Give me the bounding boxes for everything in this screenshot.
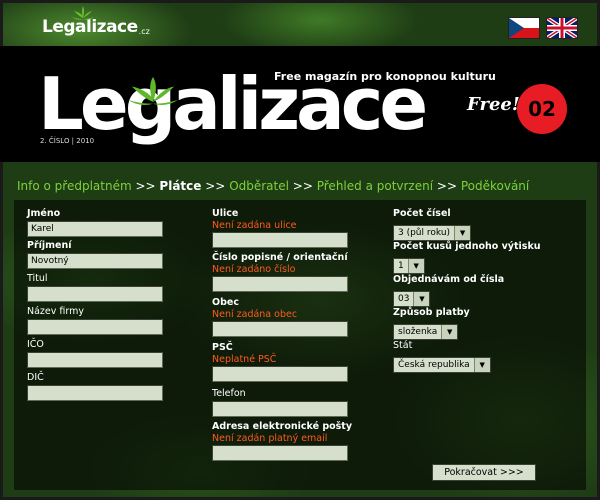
house-number-input[interactable] (212, 276, 348, 292)
payment-label: Způsob platby (393, 307, 470, 318)
language-switcher (508, 17, 578, 39)
phone-label: Telefon (212, 388, 246, 399)
last-name-group: Příjmení (27, 240, 163, 269)
payment-group: Způsob platby složenka ▼ (393, 307, 470, 340)
dic-label: DIČ (27, 372, 44, 383)
email-group: Adresa elektronické pošty Není zadán pla… (212, 421, 352, 461)
dic-group: DIČ (27, 372, 163, 401)
title-group: Titul (27, 273, 163, 302)
breadcrumb-thanks[interactable]: Poděkování (461, 179, 529, 193)
city-group: Obec Není zadána obec (212, 297, 348, 337)
first-name-input[interactable] (27, 221, 163, 237)
chevron-down-icon[interactable]: ▼ (407, 259, 424, 273)
cannabis-leaf-icon (72, 6, 94, 26)
breadcrumb-review[interactable]: Přehled a potvrzení (317, 179, 433, 193)
zip-label: PSČ (212, 342, 233, 353)
zip-input[interactable] (212, 366, 348, 382)
payment-value: složenka (398, 327, 438, 337)
company-label: Název firmy (27, 306, 84, 317)
country-group: Stát Česká republika ▼ (393, 340, 491, 373)
house-number-group: Číslo popisné / orientační Není zadáno č… (212, 252, 348, 292)
issue-count-value: 3 (půl roku) (398, 228, 451, 238)
breadcrumb-separator: >> (292, 179, 313, 193)
copies-value: 1 (398, 261, 404, 271)
magazine-header: Free magazín pro konopnou kulturu Legali… (0, 46, 600, 162)
breadcrumb-recipient[interactable]: Odběratel (229, 179, 289, 193)
chevron-down-icon[interactable]: ▼ (454, 226, 471, 240)
issue-count-select[interactable]: 3 (půl roku) ▼ (393, 225, 472, 241)
street-error: Není zadána ulice (212, 220, 297, 231)
chevron-down-icon[interactable]: ▼ (473, 358, 490, 372)
street-input[interactable] (212, 232, 348, 248)
issue-number-badge: 02 (517, 84, 567, 134)
breadcrumb-info[interactable]: Info o předplatném (17, 179, 132, 193)
house-number-error: Není zadáno číslo (212, 264, 296, 275)
country-select[interactable]: Česká republika ▼ (393, 357, 491, 373)
uk-flag-icon[interactable] (546, 17, 578, 39)
cs-flag-icon[interactable] (508, 17, 540, 39)
logo-izace: izace (91, 17, 138, 37)
city-error: Není zadána obec (212, 309, 298, 320)
breadcrumb-separator: >> (205, 179, 226, 193)
ico-input[interactable] (27, 352, 163, 368)
title-label: Titul (27, 273, 48, 284)
last-name-input[interactable] (27, 253, 163, 269)
start-issue-value: 03 (398, 294, 410, 304)
issue-count-label: Počet čísel (393, 208, 451, 219)
email-label: Adresa elektronické pošty (212, 421, 353, 432)
breadcrumb-separator: >> (135, 179, 156, 193)
free-label: Free! (467, 94, 520, 115)
zip-error: Neplatné PSČ (212, 354, 277, 365)
logo-tld: .cz (138, 27, 150, 36)
city-label: Obec (212, 297, 239, 308)
first-name-label: Jméno (27, 208, 61, 219)
start-issue-select[interactable]: 03 ▼ (393, 291, 431, 307)
country-label: Stát (393, 340, 413, 351)
company-group: Název firmy (27, 306, 163, 335)
issue-info: 2. ČÍSLO | 2010 (40, 137, 95, 145)
breadcrumb-separator: >> (436, 179, 457, 193)
zip-group: PSČ Neplatné PSČ (212, 342, 348, 382)
breadcrumb-payer: Plátce (159, 179, 202, 193)
street-group: Ulice Není zadána ulice (212, 208, 348, 248)
start-issue-label: Objednávám od čísla (393, 274, 505, 285)
start-issue-group: Objednávám od čísla 03 ▼ (393, 274, 504, 307)
continue-button[interactable]: Pokračovat >>> (432, 464, 536, 481)
chevron-down-icon[interactable]: ▼ (441, 325, 458, 339)
company-input[interactable] (27, 319, 163, 335)
country-value: Česká republika (398, 360, 470, 370)
cannabis-leaf-icon (128, 76, 178, 120)
first-name-group: Jméno (27, 208, 163, 237)
street-label: Ulice (212, 208, 239, 219)
ico-label: IČO (27, 339, 44, 350)
phone-group: Telefon (212, 388, 348, 417)
house-number-label: Číslo popisné / orientační (212, 252, 348, 263)
site-logo[interactable]: Legalizace .cz (42, 6, 150, 44)
dic-input[interactable] (27, 385, 163, 401)
phone-input[interactable] (212, 401, 348, 417)
ico-group: IČO (27, 339, 163, 368)
magazine-title: Legalizace (38, 62, 428, 146)
chevron-down-icon[interactable]: ▼ (413, 292, 430, 306)
payment-select[interactable]: složenka ▼ (393, 324, 459, 340)
email-error: Není zadán platný email (212, 433, 328, 444)
issue-count-group: Počet čísel 3 (půl roku) ▼ (393, 208, 472, 241)
city-input[interactable] (212, 321, 348, 337)
copies-select[interactable]: 1 ▼ (393, 258, 425, 274)
copies-group: Počet kusů jednoho výtisku 1 ▼ (393, 241, 541, 274)
copies-label: Počet kusů jednoho výtisku (393, 241, 541, 252)
last-name-label: Příjmení (27, 240, 72, 251)
breadcrumb: Info o předplatném >> Plátce >> Odběrate… (17, 179, 529, 193)
email-input[interactable] (212, 445, 348, 461)
title-input[interactable] (27, 286, 163, 302)
